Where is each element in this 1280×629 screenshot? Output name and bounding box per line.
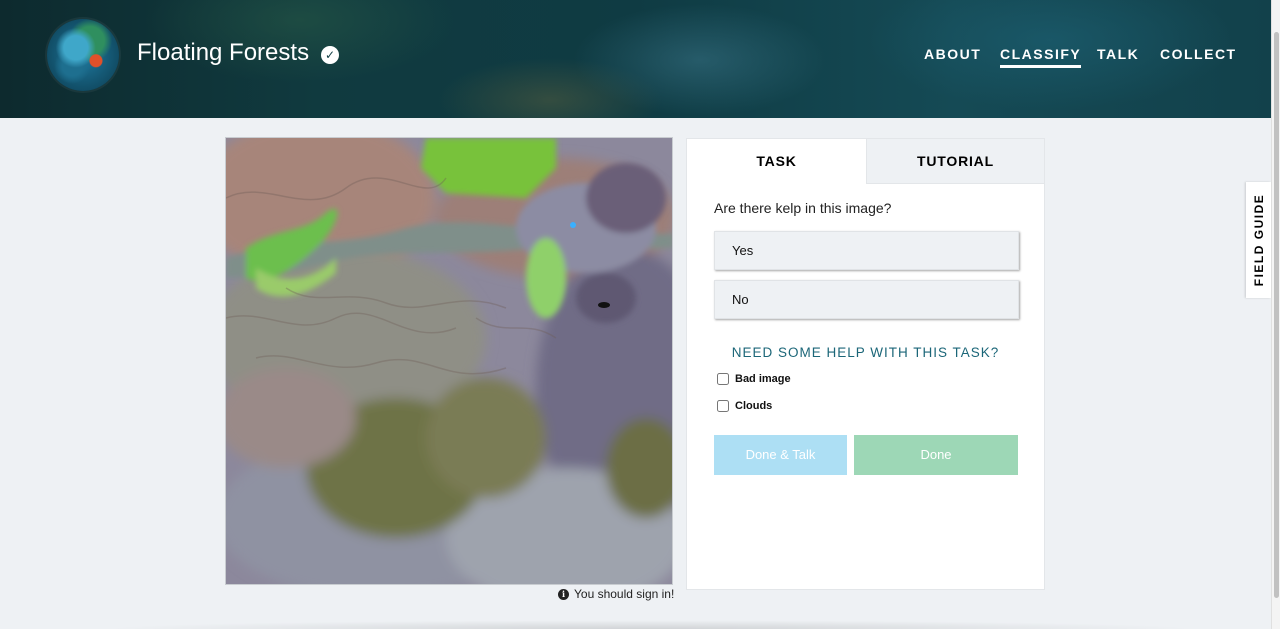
satellite-image: [226, 138, 672, 584]
field-guide-label: FIELD GUIDE: [1251, 193, 1266, 287]
task-panel: TASK TUTORIAL Are there kelp in this ima…: [686, 138, 1045, 590]
nav-classify[interactable]: CLASSIFY: [1000, 46, 1082, 68]
task-help-link[interactable]: NEED SOME HELP WITH THIS TASK?: [687, 345, 1044, 360]
info-icon: i: [558, 588, 569, 600]
answer-yes-button[interactable]: Yes: [714, 231, 1019, 270]
bad-image-checkbox[interactable]: [717, 373, 729, 385]
clouds-label: Clouds: [735, 400, 773, 412]
done-button[interactable]: Done: [854, 435, 1018, 475]
clouds-option[interactable]: Clouds: [717, 400, 772, 412]
tab-task[interactable]: TASK: [687, 139, 866, 184]
subject-image[interactable]: [225, 137, 673, 585]
footer-shadow: [100, 620, 1200, 629]
nav-collect[interactable]: COLLECT: [1160, 46, 1237, 62]
signin-text: You should sign in!: [574, 587, 675, 601]
answer-no-button[interactable]: No: [714, 280, 1019, 319]
signin-notice: i You should sign in!: [558, 587, 674, 601]
check-circle-icon: ✓: [321, 46, 339, 64]
scrollbar-thumb[interactable]: [1274, 32, 1279, 598]
done-and-talk-button[interactable]: Done & Talk: [714, 435, 847, 475]
bad-image-option[interactable]: Bad image: [717, 373, 791, 385]
project-logo[interactable]: [47, 19, 119, 91]
project-header: Floating Forests ✓ ABOUT CLASSIFY TALK C…: [0, 0, 1271, 118]
bad-image-label: Bad image: [735, 373, 791, 385]
field-guide-tab[interactable]: FIELD GUIDE: [1246, 182, 1271, 298]
project-title[interactable]: Floating Forests: [137, 39, 309, 67]
nav-talk[interactable]: TALK: [1097, 46, 1139, 62]
task-tabs: TASK TUTORIAL: [687, 139, 1044, 184]
tab-tutorial[interactable]: TUTORIAL: [866, 139, 1044, 184]
task-question: Are there kelp in this image?: [714, 200, 892, 216]
nav-about[interactable]: ABOUT: [924, 46, 981, 62]
clouds-checkbox[interactable]: [717, 400, 729, 412]
page-scrollbar[interactable]: [1271, 0, 1280, 629]
